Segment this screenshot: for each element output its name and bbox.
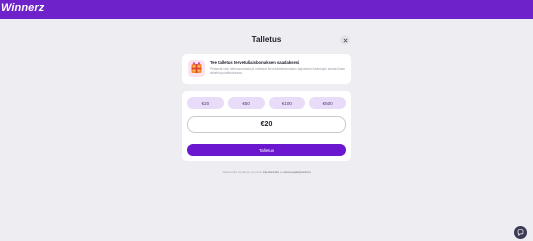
- amount-option-500[interactable]: €500: [309, 97, 346, 109]
- amount-option-20[interactable]: €20: [187, 97, 224, 109]
- amount-option-100[interactable]: €100: [268, 97, 306, 109]
- brand-logo[interactable]: Winnerz: [1, 2, 44, 14]
- terms-middle: ja: [279, 170, 283, 174]
- chat-button[interactable]: [514, 226, 527, 239]
- deposit-amount-input[interactable]: €20: [187, 116, 346, 133]
- terms-prefix: Jatkamalla hyväksyt sivuston: [222, 170, 263, 174]
- terms-note: Jatkamalla hyväksyt sivuston käyttöehdot…: [0, 170, 533, 174]
- bonus-description: Pelaavat vain talletusrahasta ja voittav…: [210, 67, 346, 76]
- top-bar: Winnerz: [0, 0, 533, 19]
- privacy-link[interactable]: tietosuojakäytännön: [283, 170, 311, 174]
- deposit-card: €20 €50 €100 €500 €20 Talletus: [182, 91, 351, 161]
- chat-icon: [517, 229, 524, 236]
- close-button[interactable]: [340, 35, 350, 45]
- terms-link[interactable]: käyttöehdot: [263, 170, 279, 174]
- amount-options: €20 €50 €100 €500: [187, 97, 346, 109]
- close-icon: [343, 38, 347, 42]
- bonus-gift-icon: [188, 60, 205, 77]
- page-title: Talletus: [251, 35, 282, 44]
- amount-option-50[interactable]: €50: [227, 97, 265, 109]
- bonus-title: Tee talletus tervetuliaisbonuksen saadak…: [210, 60, 300, 65]
- bonus-card: Tee talletus tervetuliaisbonuksen saadak…: [182, 54, 351, 84]
- deposit-submit-button[interactable]: Talletus: [187, 144, 346, 156]
